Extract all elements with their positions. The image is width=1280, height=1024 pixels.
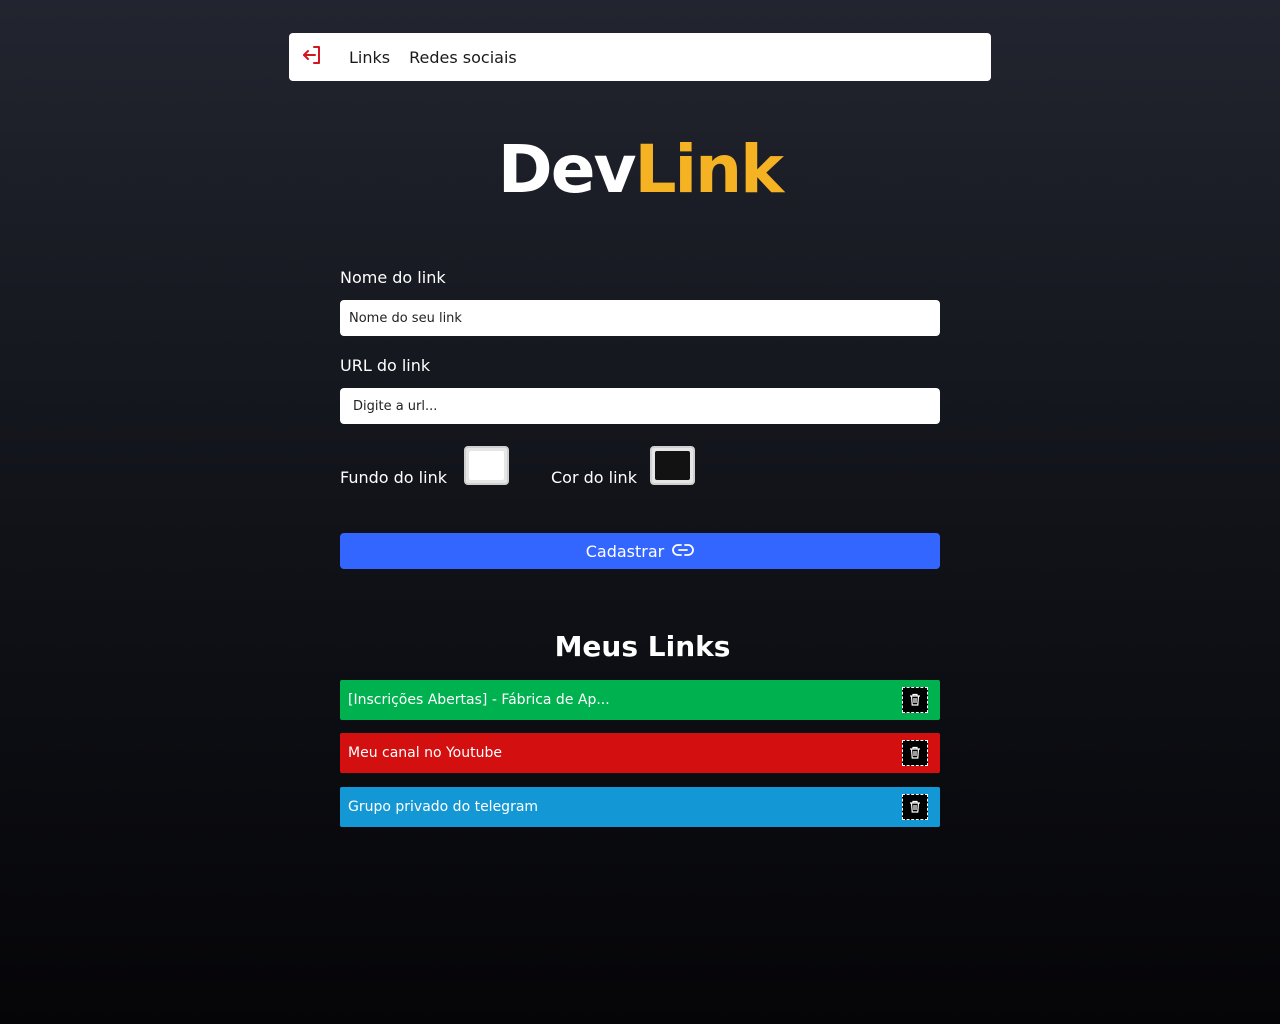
logout-button[interactable] xyxy=(301,46,323,68)
trash-icon xyxy=(909,798,921,817)
link-item-label: Meu canal no Youtube xyxy=(348,745,502,761)
nav-link-links[interactable]: Links xyxy=(349,48,390,67)
bg-color-label: Fundo do link xyxy=(340,468,447,487)
link-item[interactable]: Meu canal no Youtube xyxy=(340,733,940,773)
fg-color-picker[interactable] xyxy=(650,446,695,485)
link-icon xyxy=(672,542,695,561)
delete-link-button[interactable] xyxy=(902,740,928,766)
my-links-title: Meus Links xyxy=(554,630,731,663)
logout-icon xyxy=(301,44,323,70)
link-item-label: [Inscrições Abertas] - Fábrica de Ap... xyxy=(348,692,610,708)
bg-color-picker[interactable] xyxy=(464,446,509,485)
link-url-input[interactable] xyxy=(340,388,940,424)
trash-icon xyxy=(909,691,921,710)
link-item[interactable]: [Inscrições Abertas] - Fábrica de Ap... xyxy=(340,680,940,720)
link-item-label: Grupo privado do telegram xyxy=(348,799,539,815)
nav-link-social[interactable]: Redes sociais xyxy=(409,48,517,67)
name-label: Nome do link xyxy=(340,268,446,287)
devlink-logo: DevLink xyxy=(0,130,1280,210)
fg-color-swatch xyxy=(655,451,690,480)
register-button-label: Cadastrar xyxy=(585,541,665,561)
color-pickers: Fundo do link Cor do link xyxy=(340,446,940,487)
bg-color-swatch xyxy=(469,451,504,480)
delete-link-button[interactable] xyxy=(902,687,928,713)
fg-color-label: Cor do link xyxy=(551,468,637,487)
url-label: URL do link xyxy=(340,356,431,375)
logo-dev: Dev xyxy=(497,131,637,208)
register-button[interactable]: Cadastrar xyxy=(340,533,940,569)
top-navbar: Links Redes sociais xyxy=(289,33,991,81)
link-name-input[interactable] xyxy=(340,300,940,336)
logo-link: Link xyxy=(634,131,785,208)
link-item[interactable]: Grupo privado do telegram xyxy=(340,787,940,827)
delete-link-button[interactable] xyxy=(902,794,928,820)
trash-icon xyxy=(909,744,921,763)
